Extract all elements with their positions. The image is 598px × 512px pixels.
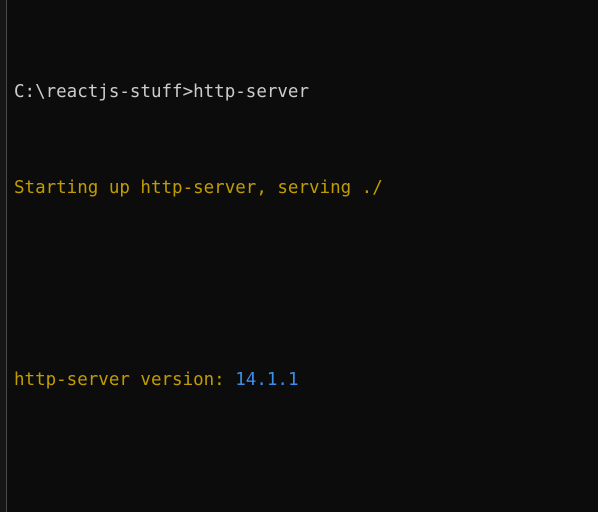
startup-message-line: Starting up http-server, serving ./ xyxy=(14,176,598,200)
prompt-text: C:\reactjs-stuff>http-server xyxy=(14,82,310,102)
space-1 xyxy=(225,370,236,390)
prompt-line: C:\reactjs-stuff>http-server xyxy=(14,80,598,104)
terminal-output[interactable]: C:\reactjs-stuff>http-server Starting up… xyxy=(14,8,598,512)
terminal-gutter-divider xyxy=(6,0,7,512)
terminal-window[interactable]: C:\reactjs-stuff>http-server Starting up… xyxy=(0,0,598,512)
version-label: http-server version: xyxy=(14,370,225,390)
startup-message: Starting up http-server, serving ./ xyxy=(14,178,383,198)
version-value: 14.1.1 xyxy=(235,370,299,390)
version-line: http-server version: 14.1.1 xyxy=(14,368,598,392)
